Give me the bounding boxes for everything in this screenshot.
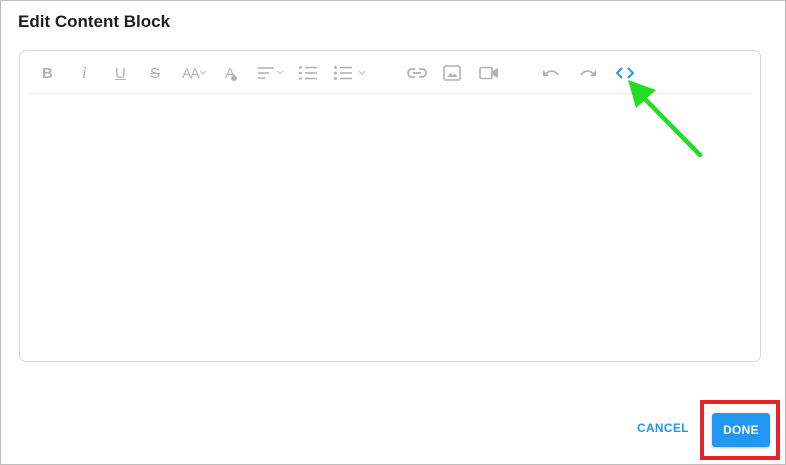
underline-label: U bbox=[115, 64, 126, 82]
list-chevron-icon bbox=[358, 70, 366, 76]
italic-label: i bbox=[82, 63, 87, 82]
dialog-title: Edit Content Block bbox=[18, 12, 171, 31]
ordered-list-button[interactable] bbox=[299, 62, 317, 84]
font-size-label: AA bbox=[182, 65, 200, 81]
link-button[interactable] bbox=[407, 62, 427, 84]
unordered-list-icon bbox=[334, 66, 352, 80]
italic-button[interactable]: i bbox=[82, 62, 87, 84]
strikethrough-button[interactable]: S bbox=[150, 62, 160, 84]
video-button[interactable] bbox=[479, 62, 499, 84]
bold-button[interactable]: B bbox=[42, 62, 53, 84]
video-icon bbox=[479, 66, 499, 80]
undo-icon bbox=[542, 67, 560, 79]
font-size-button[interactable]: AA bbox=[182, 62, 207, 84]
align-chevron-icon bbox=[276, 70, 284, 76]
underline-button[interactable]: U bbox=[115, 62, 126, 84]
align-button[interactable] bbox=[258, 62, 284, 84]
text-color-button[interactable]: A bbox=[225, 62, 238, 84]
image-button[interactable] bbox=[443, 62, 461, 84]
undo-button[interactable] bbox=[542, 62, 560, 84]
annotation-arrow-icon bbox=[622, 78, 706, 165]
redo-icon bbox=[579, 67, 597, 79]
unordered-list-button[interactable] bbox=[334, 62, 366, 84]
bold-label: B bbox=[42, 64, 53, 82]
ordered-list-icon bbox=[299, 66, 317, 80]
font-size-chevron-icon bbox=[199, 70, 207, 76]
image-icon bbox=[443, 65, 461, 81]
link-icon bbox=[407, 67, 427, 79]
color-drop-icon bbox=[231, 73, 238, 81]
strikethrough-label: S bbox=[150, 64, 161, 82]
redo-button[interactable] bbox=[579, 62, 597, 84]
align-left-icon bbox=[258, 67, 274, 79]
cancel-button[interactable]: CANCEL bbox=[637, 421, 689, 435]
done-button[interactable]: DONE bbox=[712, 413, 770, 447]
